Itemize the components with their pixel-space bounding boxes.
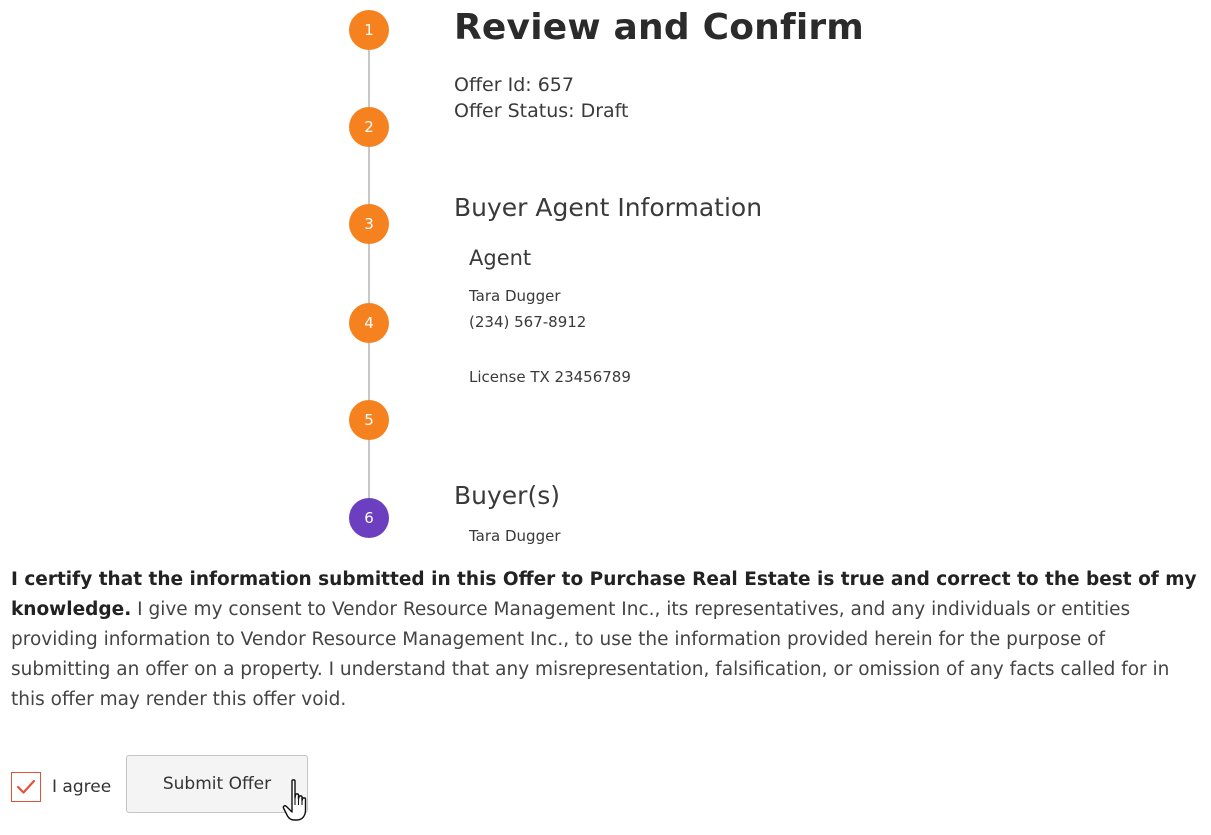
step-2-circle[interactable]: 2 (349, 107, 389, 147)
agent-name: Tara Dugger (469, 287, 561, 305)
review-confirm-page: 1 2 3 4 5 6 Review and Confirm Offer Id:… (0, 0, 1211, 835)
agent-phone: (234) 567-8912 (469, 313, 587, 331)
buyer-agent-section-title: Buyer Agent Information (454, 193, 763, 222)
offer-id-value: 657 (537, 74, 574, 96)
step-5-circle[interactable]: 5 (349, 400, 389, 440)
agent-role-label: Agent (469, 246, 532, 270)
offer-status-value: Draft (580, 100, 629, 122)
certification-statement: I certify that the information submitted… (11, 565, 1206, 715)
offer-id-label: Offer Id: (454, 74, 532, 96)
agree-checkbox[interactable] (11, 772, 41, 802)
submit-offer-button[interactable]: Submit Offer (126, 755, 308, 813)
agent-license: License TX 23456789 (469, 368, 631, 386)
hand-pointer-icon (282, 779, 307, 821)
step-4-circle[interactable]: 4 (349, 303, 389, 343)
page-title: Review and Confirm (454, 7, 865, 48)
offer-status: Offer Status: Draft (454, 100, 628, 122)
offer-status-label: Offer Status: (454, 100, 575, 122)
buyer-name: Tara Dugger (469, 527, 561, 545)
certification-consent-text: I give my consent to Vendor Resource Man… (11, 599, 1170, 710)
check-icon (16, 779, 36, 794)
agree-label[interactable]: I agree (52, 777, 111, 797)
offer-id: Offer Id: 657 (454, 74, 574, 96)
step-1-circle[interactable]: 1 (349, 10, 389, 50)
step-6-circle[interactable]: 6 (349, 498, 389, 538)
step-3-circle[interactable]: 3 (349, 204, 389, 244)
buyers-section-title: Buyer(s) (454, 481, 560, 510)
